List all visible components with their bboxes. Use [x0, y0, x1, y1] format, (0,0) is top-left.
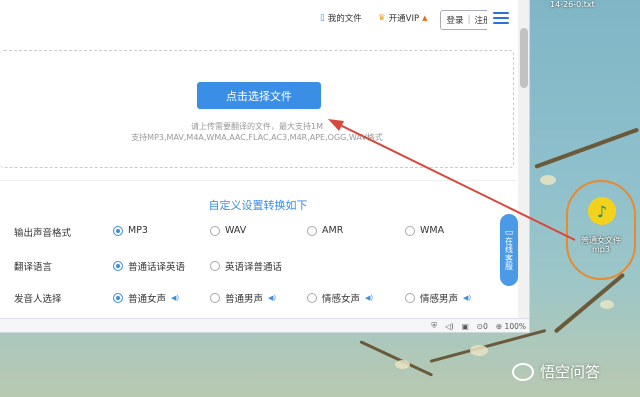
- arrow-head: [328, 119, 344, 131]
- watermark-text: 悟空问答: [540, 363, 601, 381]
- arrow-line: [337, 123, 576, 241]
- wukong-logo-icon: [512, 362, 534, 381]
- watermark: 悟空问答: [512, 361, 600, 382]
- annotation-arrow: [328, 119, 576, 241]
